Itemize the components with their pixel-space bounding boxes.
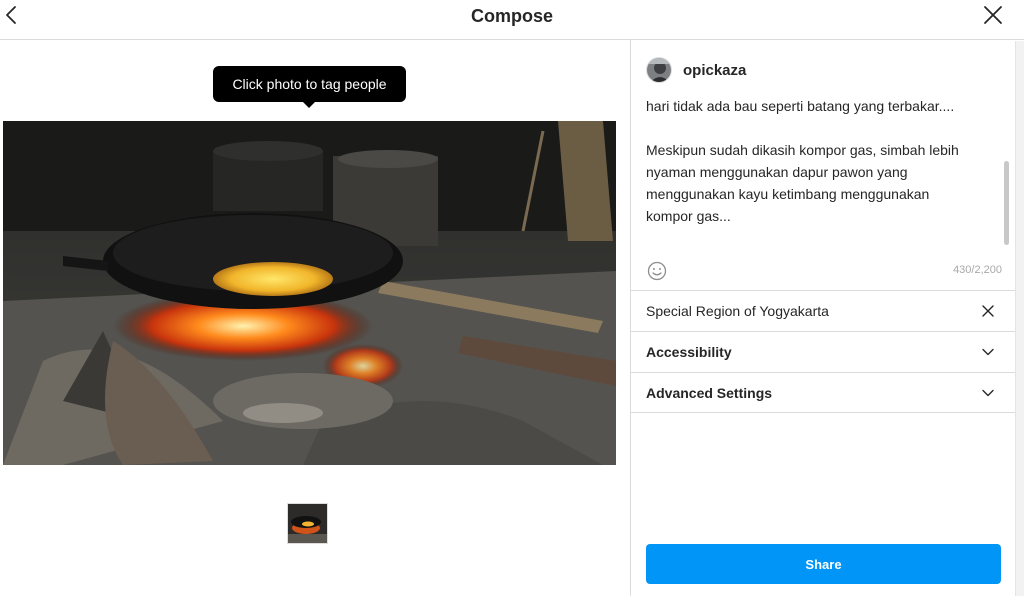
media-thumbnail[interactable] <box>287 503 328 544</box>
location-label: Special Region of Yogyakarta <box>646 303 829 319</box>
post-photo[interactable] <box>3 121 616 465</box>
caption-line: hari tidak ada bau seperti batang yang t… <box>646 98 955 114</box>
caption-textarea[interactable]: hari tidak ada bau seperti batang yang t… <box>646 95 1001 247</box>
accessibility-row[interactable]: Accessibility <box>631 331 1015 372</box>
panel-scrollbar[interactable] <box>1015 41 1024 596</box>
page-title: Compose <box>470 6 553 26</box>
caption-line: nyaman menggunakan dapur pawon yang <box>646 164 908 180</box>
advanced-settings-row[interactable]: Advanced Settings <box>631 372 1015 413</box>
compose-header: Compose <box>0 0 1024 40</box>
location-row[interactable]: Special Region of Yogyakarta <box>631 290 1015 331</box>
caption-line: kompor gas... <box>646 208 731 224</box>
chevron-down-icon <box>981 345 995 359</box>
smiley-icon[interactable] <box>647 261 667 281</box>
caption-panel: opickaza hari tidak ada bau seperti bata… <box>631 41 1024 596</box>
close-icon[interactable] <box>982 4 1004 26</box>
tag-people-tooltip: Click photo to tag people <box>213 66 406 108</box>
caption-line: Meskipun sudah dikasih kompor gas, simba… <box>646 142 959 158</box>
character-count: 430/2,200 <box>953 264 1002 276</box>
media-editor: Click photo to tag people <box>0 41 631 596</box>
avatar <box>646 57 672 83</box>
compose-window: Compose Click photo to tag people opicka… <box>0 0 1024 596</box>
chevron-down-icon <box>981 386 995 400</box>
close-icon[interactable] <box>981 304 995 318</box>
share-button[interactable]: Share <box>646 544 1001 584</box>
user-info: opickaza <box>646 56 746 84</box>
advanced-settings-label: Advanced Settings <box>646 384 773 401</box>
caption-line: menggunakan kayu ketimbang menggunakan <box>646 186 930 202</box>
caption-scrollbar[interactable] <box>1004 161 1009 245</box>
accessibility-label: Accessibility <box>646 344 732 360</box>
username: opickaza <box>683 61 747 79</box>
